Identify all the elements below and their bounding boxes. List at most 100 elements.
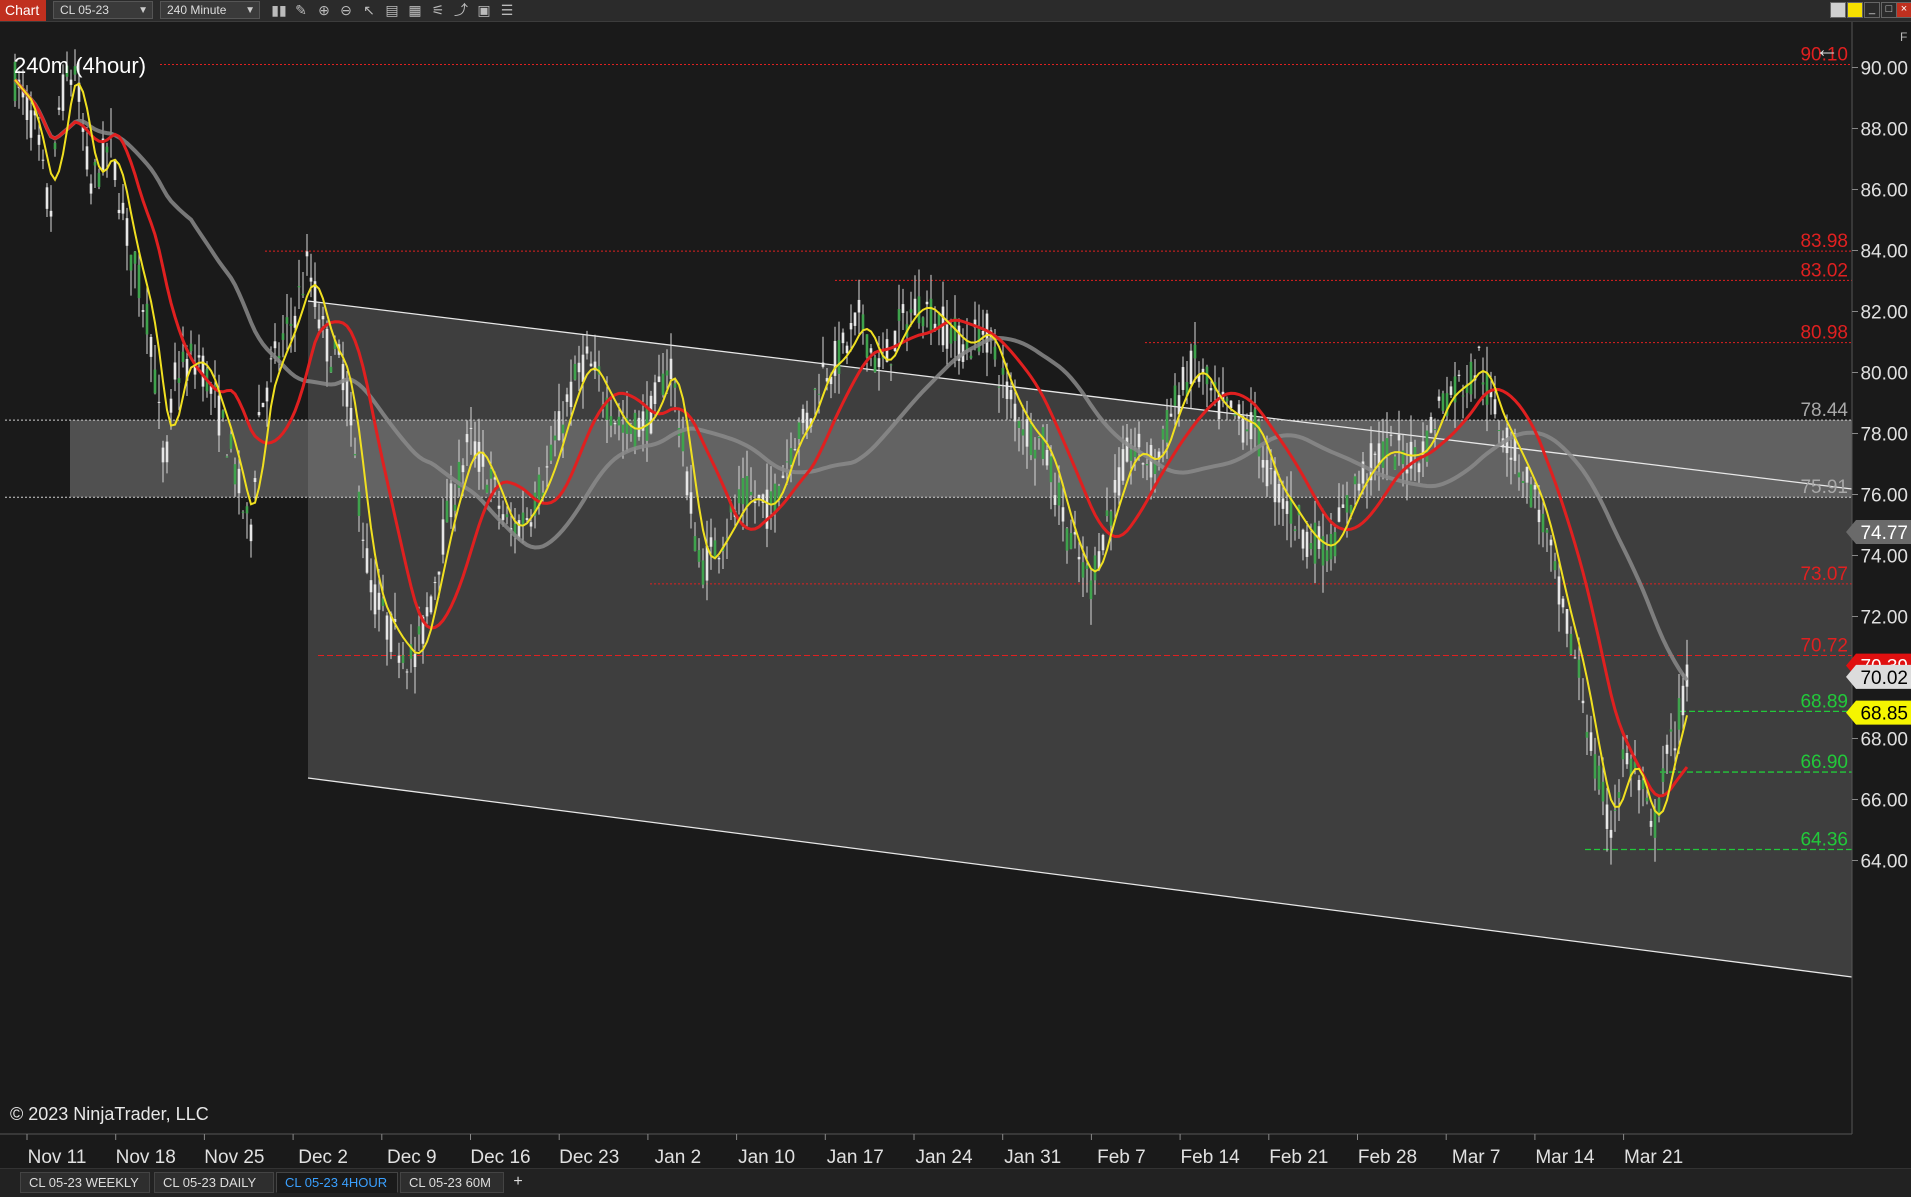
candle-body [1413,447,1417,455]
price-tick-label: 84.00 [1860,242,1908,263]
candle-body [785,461,789,463]
candle-body [637,417,641,437]
candle-body [565,394,569,402]
minimize-icon[interactable]: _ [1864,2,1880,18]
chevron-down-icon: ▼ [138,5,148,16]
candle-body [1517,472,1521,478]
candle-body [1337,507,1341,522]
candle-body [117,209,121,214]
instrument-selector[interactable]: CL 05-23 ▼ [53,1,153,19]
templates-icon[interactable]: ▣ [473,1,495,20]
chevron-down-icon: ▼ [245,5,255,16]
time-tick-label: Dec 16 [470,1147,530,1168]
price-tick-label: 72.00 [1860,608,1908,629]
chart-window-tab[interactable]: Chart [0,0,46,21]
zoom-out-icon[interactable]: ⊖ [335,1,357,20]
candle-body [125,218,129,246]
candle-body [765,489,769,529]
tab-weekly[interactable]: CL 05-23 WEEKLY [20,1172,150,1193]
candle-body [749,491,753,496]
time-tick-label: Mar 7 [1452,1147,1501,1168]
chart-canvas[interactable]: 90.00 88.00 86.00 84.00 82.00 80.00 78.00 76.00… [0,22,1911,1168]
tab-60m[interactable]: CL 05-23 60M [400,1172,504,1193]
data-box-icon[interactable]: ▤ [381,1,403,20]
candle-body [817,393,821,395]
candle-body [505,514,509,518]
candle-body [1245,429,1249,432]
time-tick-label: Jan 10 [738,1147,795,1168]
candle-body [1345,495,1349,513]
maximize-icon[interactable]: □ [1881,2,1897,18]
candle-body [1021,429,1025,436]
candle-body [1013,403,1017,422]
candle-body [169,398,173,413]
candle-body [1145,464,1149,466]
candle-body [173,362,177,380]
time-tick-label: Feb 28 [1358,1147,1417,1168]
candle-body [949,328,953,344]
draw-pencil-icon[interactable]: ✎ [290,1,312,20]
time-tick-label: Feb 21 [1269,1147,1328,1168]
back-arrow-icon[interactable]: ← [1815,36,1839,64]
candle-body [461,465,465,473]
candle-body [233,464,237,485]
candle-body [1673,748,1677,751]
price-tick-label: 64.00 [1860,852,1908,873]
candle-body [1621,749,1625,760]
green-level-label: 68.89 [1800,691,1848,712]
candle-body [709,537,713,547]
link-color-icon[interactable] [1847,2,1863,18]
zoom-in-icon[interactable]: ⊕ [313,1,335,20]
candle-body [45,187,49,209]
candle-body [85,146,89,170]
candle-body [925,301,929,305]
close-icon[interactable]: × [1896,2,1911,18]
candle-body [249,524,253,542]
bar-style-icon[interactable]: ▮▮ [268,1,290,20]
candle-body [105,146,109,153]
candle-body [793,449,797,451]
candle-body [661,373,665,396]
candle-body [1109,511,1113,526]
candle-body [913,298,917,316]
add-tab-button[interactable]: + [508,1172,528,1193]
price-chart[interactable]: 90.00 88.00 86.00 84.00 82.00 80.00 78.00 76.00… [0,22,1911,1168]
pointer-icon[interactable]: ↖ [358,1,380,20]
time-tick-label: Dec 23 [559,1147,619,1168]
candle-body [353,454,357,456]
chart-toolbar: Chart CL 05-23 ▼ 240 Minute ▼ ▮▮ ✎ ⊕ ⊖ ↖… [0,0,1911,22]
candle-body [365,548,369,573]
interval-selector[interactable]: 240 Minute ▼ [160,1,260,19]
candle-body [1273,470,1277,503]
candle-body [397,655,401,663]
candle-body [1033,449,1037,459]
candle-body [1085,565,1089,569]
properties-icon[interactable]: ▦ [404,1,426,20]
candle-body [425,607,429,617]
candle-body [325,328,329,362]
candle-body [1165,410,1169,443]
tile-icon[interactable] [1830,2,1846,18]
strategies-icon[interactable]: ⤴ [450,1,472,20]
candle-body [1661,768,1665,782]
candle-body [909,309,913,313]
candle-body [29,110,33,138]
candle-body [1653,809,1657,838]
tab-daily[interactable]: CL 05-23 DAILY [154,1172,274,1193]
indicators-icon[interactable]: ⚟ [427,1,449,20]
candle-body [873,357,877,373]
candle-body [1269,468,1273,470]
candle-body [529,522,533,527]
candle-body [1189,350,1193,384]
list-icon[interactable]: ☰ [496,1,518,20]
candle-body [1449,386,1453,395]
price-marker-label: 70.02 [1860,668,1908,689]
candle-body [1121,449,1125,481]
candle-body [1381,441,1385,468]
price-marker-label: 68.85 [1860,704,1908,725]
candle-body [349,407,353,426]
price-tick-label: 66.00 [1860,791,1908,812]
tab-4hour[interactable]: CL 05-23 4HOUR [276,1172,398,1193]
candle-body [401,655,405,663]
candle-body [1113,479,1117,493]
